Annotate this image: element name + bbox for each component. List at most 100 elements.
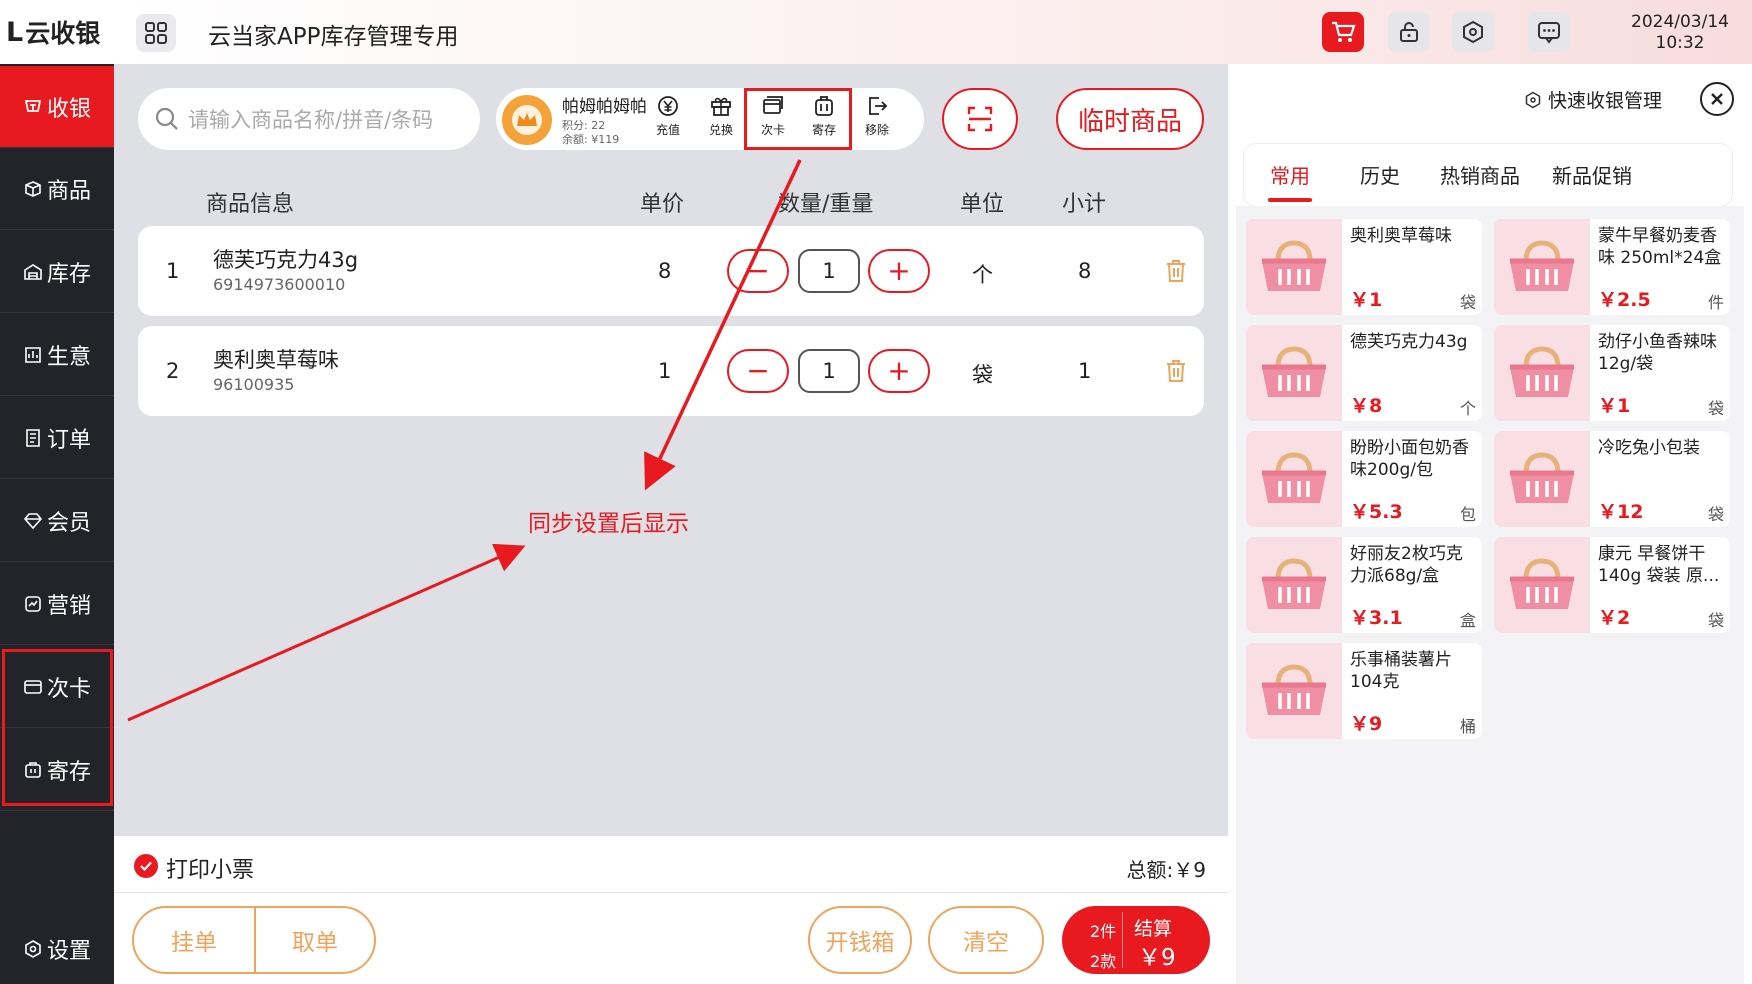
lock-button[interactable]	[1388, 12, 1430, 52]
trash-icon	[1167, 360, 1185, 382]
total-amount: 总额:￥9	[1126, 858, 1206, 882]
product-card[interactable]: 盼盼小面包奶香味200g/包 ￥5.3 包	[1246, 431, 1482, 527]
row-subtotal: 1	[1078, 359, 1092, 383]
tab-history[interactable]: 历史	[1360, 160, 1400, 189]
product-card[interactable]: 劲仔小鱼香辣味12g/袋 ￥1 袋	[1494, 325, 1730, 421]
message-button[interactable]	[1528, 12, 1570, 52]
product-card[interactable]: 奥利奥草莓味 ￥1 袋	[1246, 219, 1482, 315]
basket-icon	[1510, 452, 1574, 503]
qty-increase-button[interactable]: +	[868, 249, 930, 293]
crown-icon	[512, 105, 542, 135]
item-count: 2件	[1090, 922, 1117, 941]
qty-decrease-button[interactable]: −	[727, 349, 789, 393]
member-action-label: 移除	[864, 123, 889, 137]
logout-icon	[869, 97, 888, 115]
basket-icon	[1510, 240, 1574, 291]
row-index: 2	[166, 359, 180, 383]
qty-increase-button[interactable]: +	[868, 349, 930, 393]
product-card[interactable]: 德芙巧克力43g ￥8 个	[1246, 325, 1482, 421]
product-card[interactable]: 康元 早餐饼干140g 袋装 原... ￥2 袋	[1494, 537, 1730, 633]
product-price: ￥2.5	[1598, 289, 1651, 311]
date-text: 2024/03/14	[1631, 12, 1729, 32]
member-actions-highlight-box	[744, 88, 852, 150]
settings-button[interactable]	[1452, 12, 1494, 52]
cart-icon	[1332, 21, 1356, 42]
member-name: 帕姆帕姆帕	[562, 97, 647, 117]
sidebar-item-settings[interactable]: 设置	[0, 908, 114, 984]
sidebar-item-orders[interactable]: 订单	[0, 397, 114, 479]
member-exchange-button[interactable]: 兑换	[696, 94, 746, 138]
sidebar-item-label: 收银	[46, 96, 91, 122]
sidebar-item-marketing[interactable]: 营销	[0, 563, 114, 645]
sidebar-item-products[interactable]: 商品	[0, 148, 114, 230]
product-image	[1494, 431, 1590, 527]
basket-icon	[1262, 346, 1326, 397]
apps-menu-button[interactable]	[136, 14, 176, 52]
cart-button[interactable]	[1322, 12, 1364, 52]
product-image	[1246, 219, 1342, 315]
marketing-icon	[25, 595, 41, 612]
tab-new-promotions[interactable]: 新品促销	[1552, 160, 1632, 189]
divider	[114, 892, 1228, 893]
member-recharge-button[interactable]: 充值	[643, 94, 693, 138]
qty-decrease-button[interactable]: −	[727, 249, 789, 293]
sidebar-item-members[interactable]: 会员	[0, 480, 114, 562]
delete-row-button[interactable]	[1164, 358, 1188, 384]
member-action-label: 充值	[655, 123, 680, 137]
hold-order-button[interactable]: 挂单	[134, 906, 254, 974]
tab-active-indicator	[1268, 198, 1312, 202]
product-card[interactable]: 蒙牛早餐奶麦香味 250ml*24盒 ￥2.5 件	[1494, 219, 1730, 315]
member-action-label: 兑换	[708, 123, 733, 137]
basket-icon	[1262, 664, 1326, 715]
unlock-icon	[1400, 22, 1418, 42]
trash-icon	[1167, 260, 1185, 282]
product-card[interactable]: 好丽友2枚巧克力派68g/盒 ￥3.1 盒	[1246, 537, 1482, 633]
basket-icon	[1510, 558, 1574, 609]
sidebar-item-label: 会员	[46, 510, 91, 536]
brand-name: 云收银	[25, 19, 101, 48]
search-input[interactable]: 请输入商品名称/拼音/条码	[138, 88, 480, 150]
retrieve-order-button[interactable]: 取单	[256, 906, 374, 974]
product-image	[1494, 325, 1590, 421]
product-unit: 袋	[1707, 399, 1724, 418]
product-card[interactable]: 冷吃兔小包装 ￥12 袋	[1494, 431, 1730, 527]
qty-input[interactable]: 1	[798, 249, 860, 293]
print-receipt-checkbox[interactable]	[134, 854, 158, 878]
tab-hot-products[interactable]: 热销商品	[1440, 160, 1520, 189]
sidebar-item-business[interactable]: 生意	[0, 314, 114, 396]
product-unit: 包	[1459, 505, 1476, 524]
col-header-subtotal: 小计	[1062, 192, 1107, 217]
temp-product-button[interactable]: 临时商品	[1056, 88, 1204, 150]
row-price: 8	[658, 259, 672, 283]
col-header-qty: 数量/重量	[778, 192, 874, 217]
close-button[interactable]	[1700, 82, 1734, 116]
quick-manage-button[interactable]: 快速收银管理	[1524, 86, 1662, 113]
product-name: 好丽友2枚巧克力派68g/盒	[1350, 544, 1463, 586]
gift-icon	[711, 97, 731, 116]
delete-row-button[interactable]	[1164, 258, 1188, 284]
product-image	[1494, 537, 1590, 633]
member-balance: 余额: ¥119	[562, 133, 620, 146]
product-unit: 个	[1459, 399, 1476, 418]
row-product-code: 96100935	[213, 375, 295, 394]
order-icon	[26, 428, 40, 447]
check-icon	[140, 861, 152, 872]
settings-icon	[25, 940, 41, 958]
tab-common[interactable]: 常用	[1270, 160, 1310, 189]
product-card[interactable]: 乐事桶装薯片104克 ￥9 桶	[1246, 643, 1482, 739]
hex-settings-icon	[1525, 91, 1541, 108]
sidebar-item-inventory[interactable]: 库存	[0, 231, 114, 313]
sidebar-item-cashier[interactable]: 收银	[0, 66, 114, 148]
member-remove-button[interactable]: 移除	[852, 94, 902, 138]
sidebar-highlight-box	[2, 649, 113, 806]
open-cash-drawer-button[interactable]: 开钱箱	[808, 906, 912, 974]
row-product-name: 德芙巧克力43g	[213, 248, 359, 272]
row-index: 1	[166, 259, 180, 283]
member-avatar[interactable]	[502, 95, 552, 145]
clear-button[interactable]: 清空	[928, 906, 1044, 974]
col-header-price: 单价	[640, 192, 685, 217]
product-image	[1246, 431, 1342, 527]
qty-input[interactable]: 1	[798, 349, 860, 393]
product-name: 德芙巧克力43g	[1350, 332, 1468, 352]
scan-button[interactable]	[942, 88, 1018, 150]
